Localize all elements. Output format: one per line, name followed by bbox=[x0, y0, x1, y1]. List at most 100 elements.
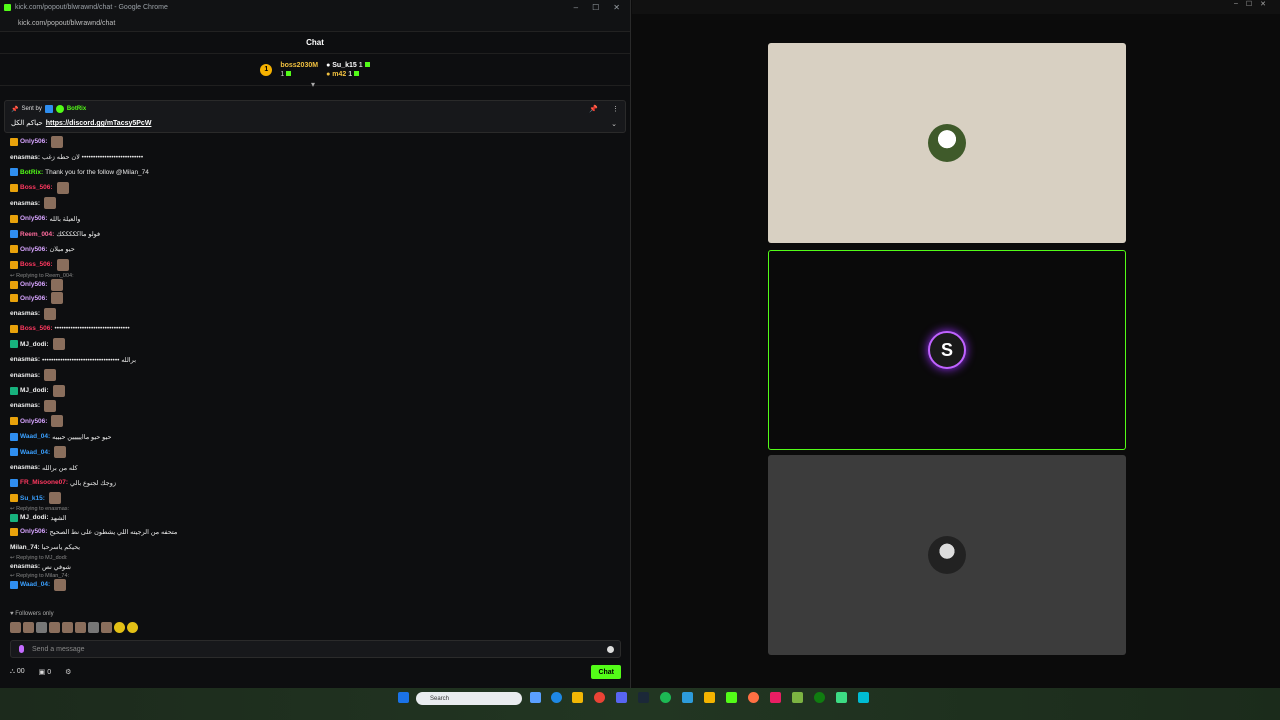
chat-message[interactable]: enasmas: bbox=[10, 398, 610, 413]
chevron-down-icon[interactable]: ⌄ bbox=[611, 120, 617, 128]
chat-username[interactable]: enasmas: bbox=[10, 563, 40, 570]
app-icon[interactable] bbox=[682, 692, 693, 703]
chat-message[interactable]: enasmas: •••••••••••••••••••••••••••••••… bbox=[10, 352, 610, 367]
emote[interactable] bbox=[49, 622, 60, 633]
unpin-icon[interactable]: 📌 bbox=[589, 105, 598, 113]
chat-username[interactable]: Waad_04: bbox=[20, 581, 50, 588]
chat-username[interactable]: MJ_dodi: bbox=[20, 387, 49, 394]
chat-message[interactable]: FR_Misoone07: زوجك لجنوع بالي bbox=[10, 475, 610, 490]
chat-username[interactable]: Only506: bbox=[20, 246, 47, 253]
points-count[interactable]: ▣ 0 bbox=[39, 668, 51, 676]
chat-message[interactable]: Only506: bbox=[10, 134, 610, 149]
leader-2-3[interactable]: ● Su_k15 1 ● m42 1 bbox=[326, 61, 370, 78]
mic-icon[interactable] bbox=[19, 645, 24, 653]
emote[interactable] bbox=[44, 369, 56, 382]
chat-message[interactable]: Only506: bbox=[10, 278, 610, 291]
chat-message[interactable]: Only506: bbox=[10, 291, 610, 306]
close-icon[interactable]: ✕ bbox=[613, 3, 620, 12]
emote[interactable] bbox=[36, 622, 47, 633]
chat-username[interactable]: Waad_04: bbox=[20, 449, 50, 456]
chat-message[interactable]: Only506: bbox=[10, 414, 610, 429]
chat-message[interactable]: MJ_dodi: الشهد bbox=[10, 512, 610, 524]
close-icon[interactable]: ✕ bbox=[1260, 0, 1266, 14]
chat-username[interactable]: enasmas: bbox=[10, 356, 40, 363]
emoji-icon[interactable] bbox=[607, 645, 614, 653]
viewers-count[interactable]: ⛬ 00 bbox=[10, 668, 25, 676]
emote[interactable] bbox=[51, 415, 64, 428]
message-input[interactable]: Send a message bbox=[10, 640, 621, 658]
more-options-icon[interactable]: ⋮ bbox=[612, 105, 619, 113]
chat-message[interactable]: Only506: والعيلة بالله bbox=[10, 211, 610, 226]
chat-message[interactable]: enasmas: bbox=[10, 196, 610, 211]
chat-username[interactable]: Only506: bbox=[20, 418, 47, 425]
emote[interactable] bbox=[75, 622, 86, 633]
app-icon[interactable] bbox=[704, 692, 715, 703]
participant-tile-active[interactable]: S bbox=[768, 250, 1126, 450]
emote[interactable] bbox=[44, 399, 56, 412]
chat-message[interactable]: BotRix: Thank you for the follow @Milan_… bbox=[10, 165, 610, 180]
chat-username[interactable]: enasmas: bbox=[10, 372, 40, 379]
app-icon[interactable] bbox=[748, 692, 759, 703]
expand-caret-icon[interactable]: ▾ bbox=[311, 80, 315, 89]
emote[interactable] bbox=[51, 135, 64, 148]
emote[interactable] bbox=[62, 622, 73, 633]
minimize-icon[interactable]: – bbox=[574, 3, 578, 12]
emote[interactable] bbox=[54, 578, 67, 591]
chat-username[interactable]: MJ_dodi: bbox=[20, 341, 49, 348]
emote[interactable] bbox=[51, 278, 64, 291]
chat-username[interactable]: MJ_dodi: bbox=[20, 514, 49, 521]
chat-message[interactable]: Milan_74: يحيكم ياسرحبا bbox=[10, 539, 610, 554]
emote[interactable] bbox=[51, 292, 64, 305]
emote[interactable] bbox=[54, 446, 67, 459]
chat-message[interactable]: Reem_004: فولو مااكككككك bbox=[10, 226, 610, 241]
chat-message[interactable]: enasmas: شوفي نص bbox=[10, 561, 610, 573]
chat-message[interactable]: Boss_506: ••••••••••••••••••••••••••••••… bbox=[10, 321, 610, 336]
emote[interactable] bbox=[52, 384, 65, 397]
task-view-icon[interactable] bbox=[530, 692, 541, 703]
kick-icon[interactable] bbox=[726, 692, 737, 703]
chat-username[interactable]: Milan_74: bbox=[10, 544, 40, 551]
chat-message[interactable]: Boss_506: bbox=[10, 257, 610, 272]
start-icon[interactable] bbox=[398, 692, 409, 703]
chat-username[interactable]: enasmas: bbox=[10, 310, 40, 317]
chat-username[interactable]: enasmas: bbox=[10, 200, 40, 207]
chat-username[interactable]: FR_Misoone07: bbox=[20, 479, 68, 486]
chat-username[interactable]: Only506: bbox=[20, 281, 47, 288]
xbox-icon[interactable] bbox=[814, 692, 825, 703]
chat-username[interactable]: enasmas: bbox=[10, 464, 40, 471]
chat-message[interactable]: enasmas: كله من برالله bbox=[10, 460, 610, 475]
emote[interactable] bbox=[88, 622, 99, 633]
gift-leaderboard[interactable]: 1 boss2030M 1 ● Su_k15 1 ● m42 1 ▾ bbox=[0, 54, 630, 89]
emote[interactable] bbox=[56, 181, 69, 194]
chat-username[interactable]: Boss_506: bbox=[20, 325, 53, 332]
emote[interactable] bbox=[56, 258, 69, 271]
chat-username[interactable]: Only506: bbox=[20, 215, 47, 222]
emote[interactable] bbox=[23, 622, 34, 633]
chat-username[interactable]: Only506: bbox=[20, 528, 47, 535]
taskbar-search[interactable]: Search bbox=[416, 692, 522, 705]
chat-username[interactable]: Only506: bbox=[20, 295, 47, 302]
chat-message[interactable]: Boss_506: bbox=[10, 180, 610, 195]
leader-1[interactable]: boss2030M 1 bbox=[280, 62, 318, 78]
chat-message[interactable]: MJ_dodi: bbox=[10, 383, 610, 398]
chat-username[interactable]: enasmas: bbox=[10, 402, 40, 409]
discord-icon[interactable] bbox=[616, 692, 627, 703]
chat-message[interactable]: enasmas: bbox=[10, 367, 610, 382]
emote[interactable] bbox=[44, 307, 56, 320]
chat-message[interactable]: Waad_04: حيو حيو مااييييين حبيبه bbox=[10, 429, 610, 444]
app-icon[interactable] bbox=[770, 692, 781, 703]
minimize-icon[interactable]: – bbox=[1234, 0, 1238, 14]
chrome-icon[interactable] bbox=[594, 692, 605, 703]
address-bar[interactable]: kick.com/popout/blwrawnd/chat bbox=[0, 15, 630, 32]
emote[interactable] bbox=[52, 338, 65, 351]
chat-message[interactable]: Su_k15: bbox=[10, 491, 610, 506]
chat-username[interactable]: BotRix: bbox=[20, 169, 43, 176]
emote[interactable] bbox=[114, 622, 125, 633]
app-icon[interactable] bbox=[836, 692, 847, 703]
steam-icon[interactable] bbox=[638, 692, 649, 703]
chat-message[interactable]: MJ_dodi: bbox=[10, 337, 610, 352]
chat-username[interactable]: enasmas: bbox=[10, 154, 40, 161]
chat-username[interactable]: Only506: bbox=[20, 138, 47, 145]
chat-message[interactable]: Only506: متحفه من الرجيته اللي يشطون على… bbox=[10, 524, 610, 539]
file-explorer-icon[interactable] bbox=[572, 692, 583, 703]
